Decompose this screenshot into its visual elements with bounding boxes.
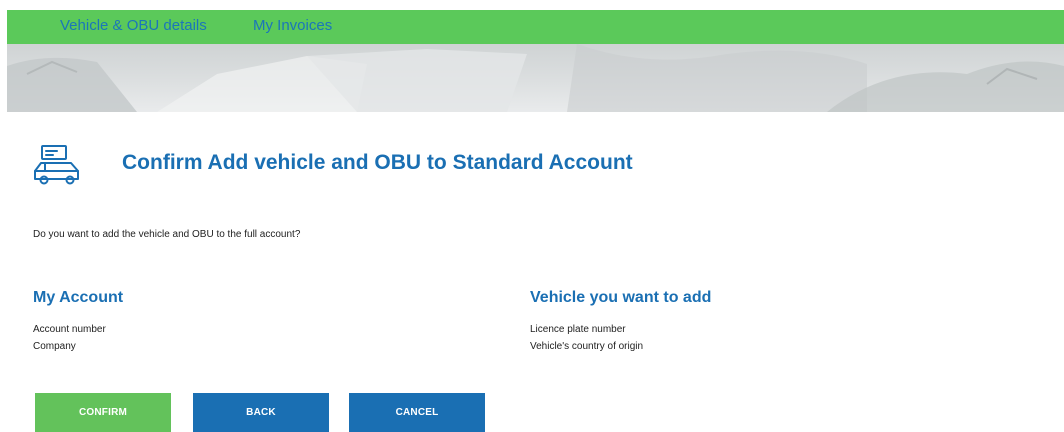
- vehicle-to-add-heading: Vehicle you want to add: [530, 289, 712, 306]
- confirm-button[interactable]: CONFIRM: [35, 393, 171, 432]
- account-number-label: Account number: [33, 324, 106, 335]
- company-label: Company: [33, 341, 76, 352]
- licence-plate-number-label: Licence plate number: [530, 324, 626, 335]
- page-title: Confirm Add vehicle and OBU to Standard …: [122, 151, 633, 174]
- nav-link-vehicle-obu-details[interactable]: Vehicle & OBU details: [60, 17, 207, 34]
- top-edge: [0, 0, 1064, 10]
- top-navigation-bar: Vehicle & OBU details My Invoices: [7, 10, 1064, 44]
- confirmation-question: Do you want to add the vehicle and OBU t…: [33, 229, 301, 240]
- banner-photo: [7, 44, 1064, 112]
- header-banner-image: [7, 44, 1064, 112]
- vehicle-obu-icon: [34, 145, 79, 185]
- page: Vehicle & OBU details My Invoices Confir…: [0, 0, 1064, 432]
- vehicle-country-of-origin-label: Vehicle's country of origin: [530, 341, 644, 352]
- cancel-button[interactable]: CANCEL: [349, 393, 485, 432]
- back-button[interactable]: BACK: [193, 393, 329, 432]
- my-account-heading: My Account: [33, 289, 124, 306]
- nav-link-my-invoices[interactable]: My Invoices: [253, 17, 332, 34]
